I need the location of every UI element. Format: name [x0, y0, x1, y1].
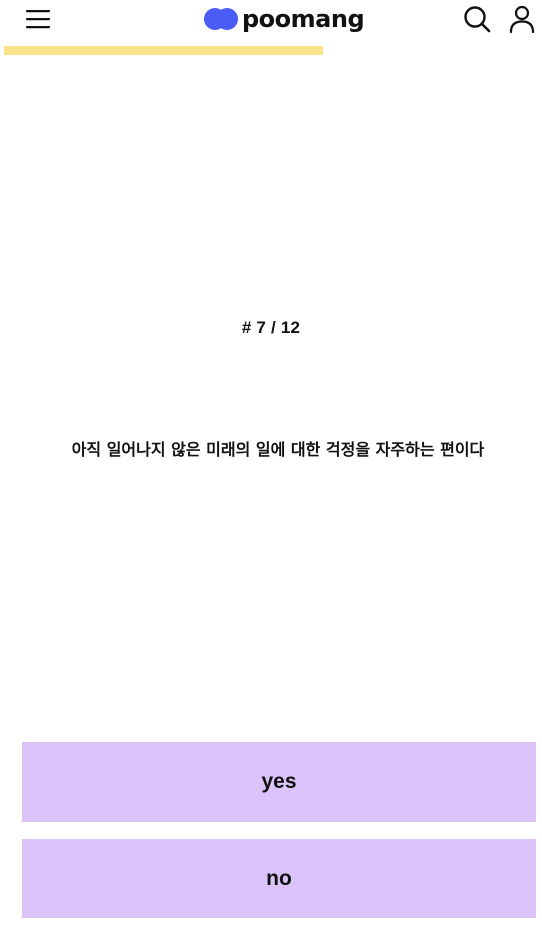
- search-button[interactable]: [460, 2, 494, 36]
- app-header: poomang: [0, 0, 542, 40]
- question-counter: # 7 / 12: [241, 318, 301, 337]
- menu-button[interactable]: [22, 4, 54, 34]
- quiz-progress-fill: [4, 46, 323, 55]
- question-text: 아직 일어나지 않은 미래의 일에 대한 걱정을 자주하는 편이다: [71, 440, 485, 459]
- logo-text: poomang: [242, 5, 365, 33]
- user-icon: [509, 5, 535, 33]
- yes-button[interactable]: yes: [22, 742, 536, 822]
- search-icon: [464, 6, 491, 33]
- user-button[interactable]: [505, 2, 539, 36]
- quiz-progress-bar: [4, 46, 538, 55]
- no-button[interactable]: no: [22, 839, 536, 918]
- hamburger-menu-icon: [26, 10, 50, 29]
- poomang-logo[interactable]: poomang: [204, 2, 365, 36]
- logo-mark-icon: [204, 8, 238, 30]
